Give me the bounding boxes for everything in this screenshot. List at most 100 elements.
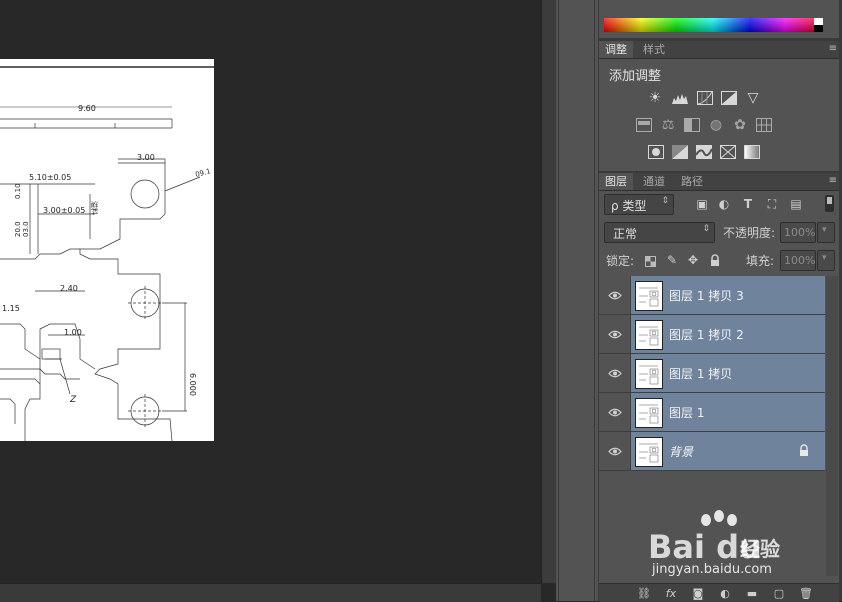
black-white-icon[interactable] xyxy=(683,116,701,134)
tab-layers[interactable]: 图层 xyxy=(599,173,633,190)
panel-column: 调整 样式 ≡ 添加调整 ☀ ▽ ⚖ ◍ ✿ 图层 通道 路径 ≡ ρ 类型 ⇕… xyxy=(598,0,842,602)
layer-style-fx-icon[interactable]: fx xyxy=(663,586,679,600)
threshold-icon[interactable] xyxy=(695,143,713,161)
layers-tabs: 图层 通道 路径 ≡ xyxy=(599,173,839,191)
color-spectrum-shade xyxy=(604,18,822,32)
tab-paths[interactable]: 路径 xyxy=(675,173,709,190)
fill-dropdown-button[interactable]: ▾ xyxy=(817,250,835,271)
layers-panel: 图层 通道 路径 ≡ ρ 类型 ⇕ ▣ ◐ T ⛶ ▤ 正常 ⇕ 不透明度: 1… xyxy=(599,173,839,583)
layer-name: 图层 1 拷贝 3 xyxy=(669,289,744,303)
pixel-layer-filter-icon[interactable]: ▣ xyxy=(695,197,709,211)
layer-thumbnail xyxy=(635,437,663,467)
add-mask-icon[interactable]: ◙ xyxy=(690,586,706,600)
eye-icon xyxy=(607,369,622,377)
link-layers-icon[interactable]: ⛓ xyxy=(636,586,652,600)
opacity-label: 不透明度: xyxy=(723,226,776,240)
eye-icon xyxy=(607,408,622,416)
hue-saturation-icon[interactable] xyxy=(635,116,653,134)
color-lookup-icon[interactable] xyxy=(755,116,773,134)
layer-row[interactable]: 背景 xyxy=(599,432,825,471)
color-balance-icon[interactable]: ⚖ xyxy=(659,116,677,134)
layer-row[interactable]: 图层 1 拷贝 xyxy=(599,354,825,393)
opacity-input[interactable]: 100% xyxy=(780,222,816,243)
brightness-contrast-icon[interactable]: ☀ xyxy=(646,89,664,107)
invert-icon[interactable] xyxy=(647,143,665,161)
layer-body[interactable]: 图层 1 xyxy=(631,393,825,431)
blend-mode-select[interactable]: 正常 ⇕ xyxy=(604,222,715,243)
shape-layer-filter-icon[interactable]: ⛶ xyxy=(765,197,779,211)
dock-divider xyxy=(558,0,559,601)
adjustment-row-1: ☀ ▽ xyxy=(599,89,839,109)
new-group-icon[interactable]: ▬ xyxy=(744,586,760,600)
note-z: Z xyxy=(69,395,77,405)
vibrance-icon[interactable]: ▽ xyxy=(744,89,762,107)
new-layer-icon[interactable]: ▢ xyxy=(771,586,787,600)
color-panel xyxy=(599,0,839,38)
tab-adjustments[interactable]: 调整 xyxy=(599,41,633,58)
horizontal-scrollbar[interactable] xyxy=(0,583,541,602)
panel-menu-icon[interactable]: ≡ xyxy=(829,42,837,56)
opacity-value: 100% xyxy=(784,226,816,239)
layer-thumbnail xyxy=(635,281,663,311)
layer-body[interactable]: 图层 1 拷贝 3 xyxy=(631,276,825,314)
blend-mode-value: 正常 xyxy=(613,227,638,241)
layer-row[interactable]: 图层 1 xyxy=(599,393,825,432)
panel-menu-icon[interactable]: ≡ xyxy=(829,174,837,188)
delete-layer-icon[interactable]: 🗑 xyxy=(798,586,814,600)
lock-position-icon[interactable]: ✥ xyxy=(686,253,700,267)
gradient-map-icon[interactable] xyxy=(743,143,761,161)
dock-divider xyxy=(594,0,595,601)
posterize-icon[interactable] xyxy=(671,143,689,161)
photo-filter-icon[interactable]: ◍ xyxy=(707,116,725,134)
layer-row[interactable]: 图层 1 拷贝 3 xyxy=(599,276,825,315)
layer-body[interactable]: 图层 1 拷贝 2 xyxy=(631,315,825,353)
levels-icon[interactable] xyxy=(671,89,689,107)
adjustments-tabs: 调整 样式 ≡ xyxy=(599,41,839,59)
tab-styles[interactable]: 样式 xyxy=(637,41,671,58)
add-adjustment-title: 添加调整 xyxy=(609,69,662,84)
layer-filter-select[interactable]: ρ 类型 ⇕ xyxy=(604,194,674,215)
type-layer-filter-icon[interactable]: T xyxy=(741,197,755,211)
visibility-toggle[interactable] xyxy=(599,393,631,431)
eye-icon xyxy=(607,330,622,338)
fill-label: 填充: xyxy=(746,254,775,268)
new-adjustment-layer-icon[interactable]: ◐ xyxy=(717,586,733,600)
tab-channels[interactable]: 通道 xyxy=(637,173,671,190)
lock-all-icon[interactable] xyxy=(708,253,722,267)
updown-icon: ⇕ xyxy=(702,224,710,234)
curves-icon[interactable] xyxy=(696,89,714,107)
layer-thumbnail xyxy=(635,320,663,350)
fill-input[interactable]: 100% xyxy=(780,250,816,271)
opacity-dropdown-button[interactable]: ▾ xyxy=(817,222,835,243)
dim-v2: 20.0 xyxy=(14,221,22,237)
lock-label: 锁定: xyxy=(606,254,635,268)
document-canvas[interactable]: 9.60 3.00 5.10±0.05 3.00±0.05 2.40 1.15 … xyxy=(0,59,214,441)
layer-name: 图层 1 拷贝 2 xyxy=(669,328,744,342)
layer-thumbnail xyxy=(635,398,663,428)
layer-name: 图层 1 xyxy=(669,406,705,420)
collapsed-panel-dock xyxy=(556,0,598,601)
filter-toggle[interactable] xyxy=(825,195,834,212)
visibility-toggle[interactable] xyxy=(599,315,631,353)
visibility-toggle[interactable] xyxy=(599,276,631,314)
visibility-toggle[interactable] xyxy=(599,354,631,392)
layer-row[interactable]: 图层 1 拷贝 2 xyxy=(599,315,825,354)
channel-mixer-icon[interactable]: ✿ xyxy=(731,116,749,134)
dim-100: 1.00 xyxy=(64,328,82,337)
layers-bottom-bar: ⛓ fx ◙ ◐ ▬ ▢ 🗑 xyxy=(599,583,839,602)
dim-960: 9.60 xyxy=(78,104,96,113)
adjustment-row-3 xyxy=(599,143,839,163)
selective-color-icon[interactable] xyxy=(719,143,737,161)
visibility-toggle[interactable] xyxy=(599,432,631,470)
smart-object-filter-icon[interactable]: ▤ xyxy=(789,197,803,211)
vertical-scrollbar[interactable] xyxy=(541,0,556,583)
adjustment-layer-filter-icon[interactable]: ◐ xyxy=(717,197,731,211)
lock-transparent-icon[interactable] xyxy=(643,254,657,268)
exposure-icon[interactable] xyxy=(720,89,738,107)
layer-body[interactable]: 图层 1 拷贝 xyxy=(631,354,825,392)
layer-body[interactable]: 背景 xyxy=(631,432,825,470)
layer-list-scrollbar[interactable] xyxy=(826,276,838,576)
black-white-swatch[interactable] xyxy=(814,18,823,32)
dim-600: 6.000 xyxy=(188,373,197,396)
lock-image-pixels-icon[interactable]: ✎ xyxy=(665,253,679,267)
